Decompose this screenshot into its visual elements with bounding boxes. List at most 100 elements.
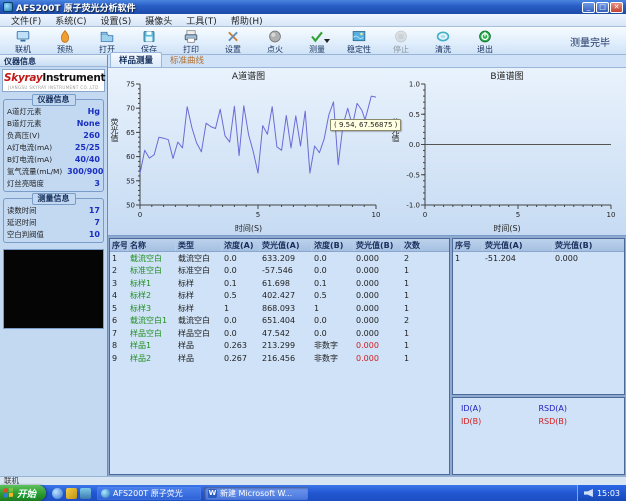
table-cell: 1 (110, 254, 128, 263)
table-row[interactable]: 4标样2标样0.5402.4270.50.0001 (110, 290, 449, 303)
menu-item-4[interactable]: 工具(T) (179, 14, 224, 27)
sample-table: 序号名称类型浓度(A)荧光值(A)浓度(B)荧光值(B)次数 1载流空白载流空白… (109, 238, 450, 475)
table-cell: 0.1 (312, 279, 354, 288)
svg-text:65: 65 (126, 129, 135, 137)
table-cell: 1 (402, 266, 430, 275)
menu-item-5[interactable]: 帮助(H) (224, 14, 270, 27)
instrument-sidebar: 仪器信息 SkyrayInstrument JIANGSU SKYRAY INS… (0, 55, 108, 476)
stop-icon (392, 29, 410, 45)
info-label: 延迟时间 (7, 217, 36, 227)
info-label: B灯电流(mA) (7, 154, 52, 164)
reading-table: 序号荧光值(A)荧光值(B) 1-51.2040.000 (452, 238, 625, 395)
close-button[interactable]: ✕ (610, 2, 623, 13)
sample-table-body: 1载流空白载流空白0.0633.2090.00.00022标准空白标准空白0.0… (110, 252, 449, 365)
column-header: 次数 (402, 239, 430, 251)
info-value: 7 (94, 218, 100, 227)
menu-item-0[interactable]: 文件(F) (4, 14, 48, 27)
table-cell: 0.0 (222, 254, 260, 263)
table-cell: 868.093 (260, 304, 312, 313)
dropdown-arrow-icon[interactable] (324, 39, 330, 43)
desktop-icon[interactable] (80, 488, 91, 499)
menu-item-1[interactable]: 系统(C) (48, 14, 93, 27)
task-button-label: AFS200T 原子荧光 (113, 488, 183, 499)
table-row[interactable]: 3标样1标样0.161.6980.10.0001 (110, 277, 449, 290)
table-row[interactable]: 8样品1样品0.263213.299非数字0.0001 (110, 340, 449, 353)
info-value: 17 (89, 206, 100, 215)
results-area: 序号名称类型浓度(A)荧光值(A)浓度(B)荧光值(B)次数 1载流空白载流空白… (108, 236, 626, 476)
instrument-info-rows: A道灯元素HgB道灯元素None负高压(V)260A灯电流(mA)25/25B灯… (7, 105, 100, 189)
task-button-1[interactable]: AFS200T 原子荧光 (97, 487, 201, 500)
shield-icon[interactable] (66, 488, 77, 499)
toolbar-button-settings[interactable]: 设置 (212, 28, 254, 54)
right-column: 序号荧光值(A)荧光值(B) 1-51.2040.000 ID(A) RSD(A… (452, 238, 625, 475)
start-button[interactable]: 开始 (0, 485, 46, 501)
table-cell: 标准空白 (128, 265, 176, 276)
menu-item-3[interactable]: 摄像头 (138, 14, 179, 27)
info-row: A道灯元素Hg (7, 105, 100, 117)
table-row[interactable]: 5标样3标样1868.09310.0001 (110, 302, 449, 315)
table-row[interactable]: 1-51.2040.000 (453, 252, 624, 265)
table-cell: 标样2 (128, 290, 176, 301)
save-icon (140, 29, 158, 45)
app-icon (3, 2, 13, 12)
ignite-icon (266, 29, 284, 45)
table-row[interactable]: 2标准空白标准空白0.0-57.5460.00.0001 (110, 265, 449, 278)
start-label: 开始 (17, 486, 36, 500)
column-header: 浓度(B) (312, 239, 354, 251)
sample-table-header: 序号名称类型浓度(A)荧光值(A)浓度(B)荧光值(B)次数 (110, 239, 449, 252)
table-row[interactable]: 6载流空白1载流空白0.0651.4040.00.0002 (110, 315, 449, 328)
minimize-button[interactable]: _ (582, 2, 595, 13)
menu-item-2[interactable]: 设置(S) (94, 14, 139, 27)
table-cell: 样品1 (128, 340, 176, 351)
toolbar-button-print[interactable]: 打印 (170, 28, 212, 54)
table-row[interactable]: 9样品2样品0.267216.456非数字0.0001 (110, 352, 449, 365)
chart-b-plot: -1.0-0.50.00.51.00510 (399, 81, 619, 219)
svg-text:60: 60 (126, 153, 135, 161)
table-cell: 0.0 (312, 316, 354, 325)
toolbar-button-heat[interactable]: 预热 (44, 28, 86, 54)
info-row: 氩气流量(mL/M)300/900 (7, 165, 100, 177)
title-bar: AFS200T 原子荧光分析软件 _ □ ✕ (0, 0, 626, 14)
volume-icon[interactable] (584, 489, 593, 497)
wash-icon (434, 29, 452, 45)
toolbar-button-label: 稳定性 (347, 45, 371, 54)
table-cell: 0.0 (312, 329, 354, 338)
id-a-label: ID(A) (461, 404, 539, 413)
toolbar-button-stability[interactable]: 稳定性 (338, 28, 380, 54)
app-window: AFS200T 原子荧光分析软件 _ □ ✕ 文件(F)系统(C)设置(S)摄像… (0, 0, 626, 501)
table-cell: 0.1 (222, 279, 260, 288)
svg-text:75: 75 (126, 81, 135, 89)
toolbar-button-measure[interactable]: 测量 (296, 28, 338, 54)
maximize-button[interactable]: □ (596, 2, 609, 13)
svg-text:55: 55 (126, 177, 135, 185)
tab-sample-measure[interactable]: 样品测量 (110, 52, 162, 67)
table-row[interactable]: 1载流空白载流空白0.0633.2090.00.0002 (110, 252, 449, 265)
toolbar-button-save[interactable]: 保存 (128, 28, 170, 54)
toolbar-button-ignite[interactable]: 点火 (254, 28, 296, 54)
task-buttons: AFS200T 原子荧光 W新建 Microsoft W... (97, 487, 311, 500)
toolbar-button-label: 预热 (57, 45, 73, 54)
column-header: 序号 (453, 239, 483, 251)
ie-icon[interactable] (52, 488, 63, 499)
toolbar-button-link[interactable]: 联机 (2, 28, 44, 54)
toolbar-button-stop[interactable]: 停止 (380, 28, 422, 54)
table-cell: 7 (110, 329, 128, 338)
toolbar-button-open[interactable]: 打开 (86, 28, 128, 54)
table-row[interactable]: 7样品空白样品空白0.047.5420.00.0001 (110, 327, 449, 340)
task-button-2[interactable]: W新建 Microsoft W... (204, 487, 308, 500)
info-label: A灯电流(mA) (7, 142, 52, 152)
table-cell: 0.000 (354, 354, 402, 363)
toolbar-button-exit[interactable]: 退出 (464, 28, 506, 54)
column-header: 浓度(A) (222, 239, 260, 251)
logo-subtitle: JIANGSU SKYRAY INSTRUMENT CO.,LTD (4, 85, 103, 90)
table-cell: 标样3 (128, 303, 176, 314)
column-header: 名称 (128, 239, 176, 251)
menu-bar: 文件(F)系统(C)设置(S)摄像头工具(T)帮助(H) (0, 14, 626, 27)
table-cell: 载流空白 (176, 253, 222, 264)
toolbar-button-label: 点火 (267, 45, 283, 54)
word-icon: W (208, 489, 217, 498)
table-cell: 0.0 (222, 266, 260, 275)
measure-info-rows: 读数时间17延迟时间7空白判阀值10 (7, 204, 100, 240)
tab-standard-curve[interactable]: 标准曲线 (162, 53, 212, 67)
toolbar-button-wash[interactable]: 清洗 (422, 28, 464, 54)
